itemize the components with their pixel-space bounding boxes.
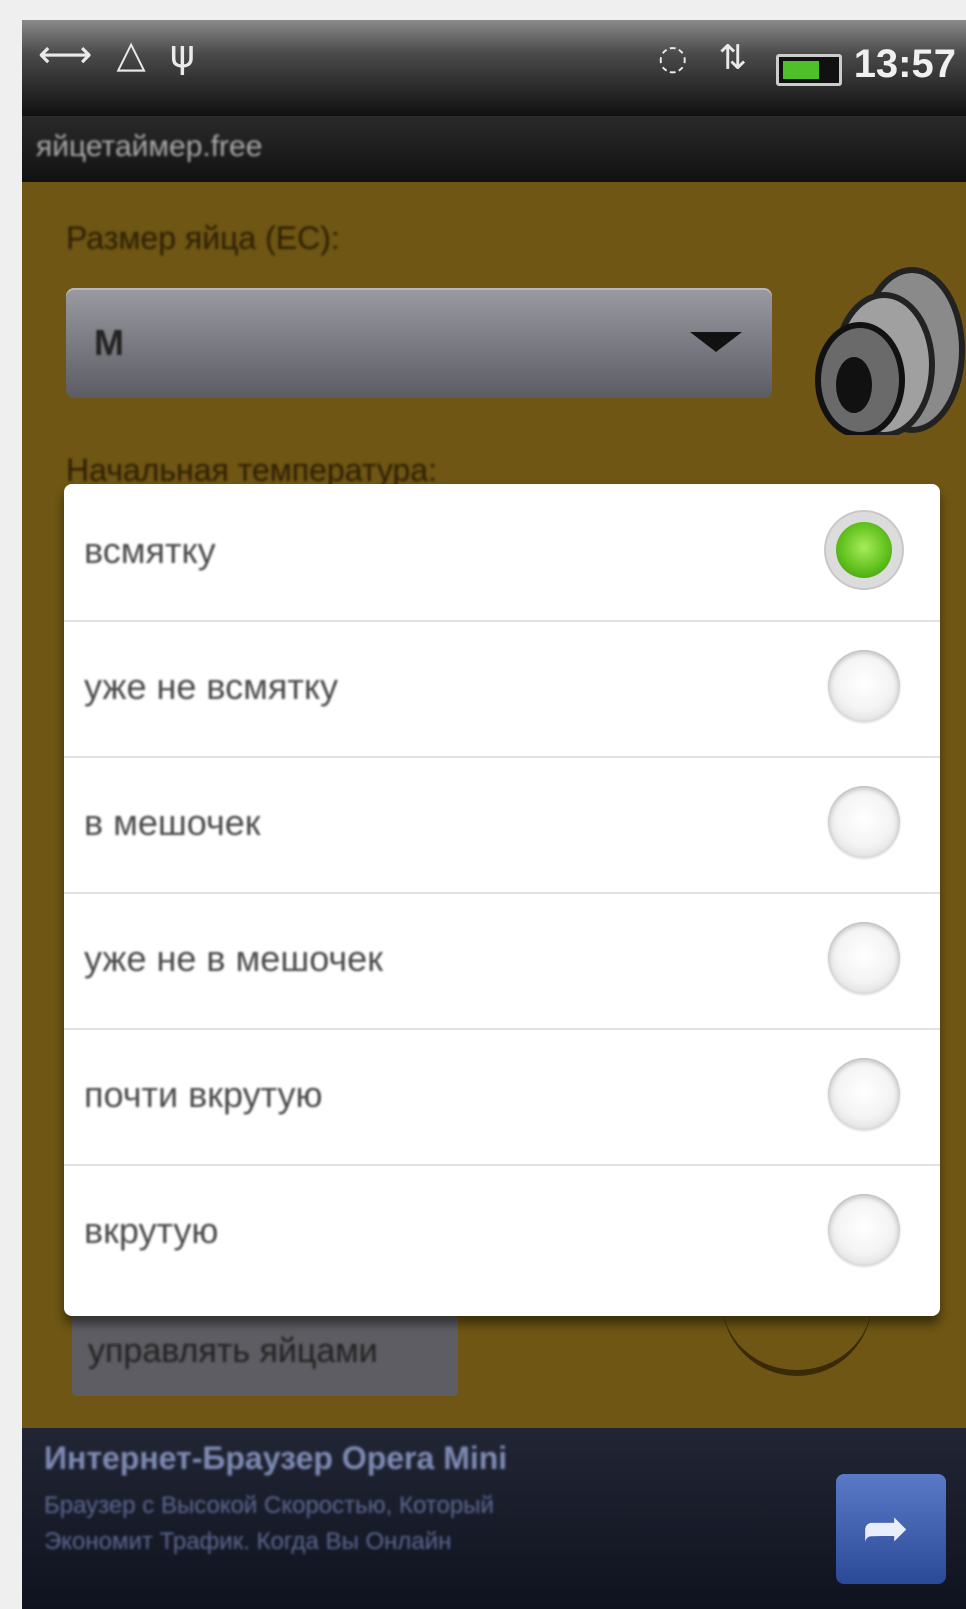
option-no-longer-soft[interactable]: уже не всмятку <box>64 620 940 758</box>
option-medium[interactable]: в мешочек <box>64 756 940 894</box>
doneness-dialog: всмятку уже не всмятку в мешочек уже не … <box>64 484 940 1316</box>
ad-title: Интернет-Браузер Opera Mini <box>44 1440 508 1476</box>
manage-eggs-label: управлять яйцами <box>88 1332 378 1370</box>
option-label: уже не всмятку <box>84 666 339 707</box>
eggs-icon <box>815 267 965 435</box>
share-arrow-icon: ➦ <box>862 1496 909 1561</box>
radio-unchecked-icon[interactable] <box>828 786 900 858</box>
ad-open-button[interactable]: ➦ <box>836 1474 946 1584</box>
option-no-longer-medium[interactable]: уже не в мешочек <box>64 892 940 1030</box>
egg-size-spinner[interactable]: M <box>66 288 772 398</box>
ad-text-line-2: Экономит Трафик. Когда Вы Онлайн <box>44 1528 452 1555</box>
battery-fill <box>783 61 819 79</box>
radio-unchecked-icon[interactable] <box>828 1194 900 1266</box>
chevron-down-icon <box>690 332 742 352</box>
radio-checked-icon[interactable] <box>836 522 892 578</box>
option-label: в мешочек <box>84 802 261 843</box>
manage-eggs-button[interactable]: управлять яйцами <box>72 1316 458 1396</box>
battery-icon <box>776 54 842 86</box>
notification-icons: ⟷ △ ψ <box>38 32 201 76</box>
app-title: яйцетаймер.free <box>36 130 263 163</box>
option-hard-boiled[interactable]: вкрутую <box>64 1164 940 1300</box>
radio-unchecked-icon[interactable] <box>828 650 900 722</box>
radio-unchecked-icon[interactable] <box>828 922 900 994</box>
status-time: 13:57 <box>853 42 956 86</box>
option-almost-hard[interactable]: почти вкрутую <box>64 1028 940 1166</box>
ad-text-line-1: Браузер с Высокой Скоростью, Который <box>44 1492 494 1519</box>
option-label: уже не в мешочек <box>84 938 383 979</box>
status-bar: ⟷ △ ψ ◌ ⇅ ▂▄ 13:57 <box>22 20 966 116</box>
app-title-bar: яйцетаймер.free <box>22 116 966 182</box>
phone-screen: ⟷ △ ψ ◌ ⇅ ▂▄ 13:57 яйцетаймер.free Разме… <box>22 20 966 1609</box>
ad-banner[interactable]: Интернет-Браузер Opera Mini Браузер с Вы… <box>22 1428 966 1609</box>
egg-size-value: M <box>94 322 124 363</box>
egg-size-label: Размер яйца (EC): <box>66 220 340 256</box>
option-label: всмятку <box>84 530 216 571</box>
option-label: почти вкрутую <box>84 1074 323 1115</box>
radio-unchecked-icon[interactable] <box>828 1058 900 1130</box>
option-label: вкрутую <box>84 1210 219 1251</box>
option-soft-boiled[interactable]: всмятку <box>64 484 940 622</box>
